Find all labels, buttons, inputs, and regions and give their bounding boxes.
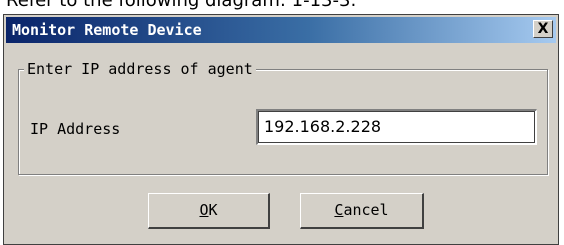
monitor-remote-device-dialog: Monitor Remote Device X Enter IP address… [3, 14, 559, 245]
ip-address-input[interactable]: 192.168.2.228 [256, 109, 537, 145]
close-icon: X [537, 21, 549, 37]
groupbox-label: Enter IP address of agent [24, 60, 256, 78]
ok-label-rest: K [208, 201, 218, 219]
ok-button[interactable]: OK [148, 193, 270, 229]
page-caption: Refer to the following diagram: 1-13-3: [6, 0, 357, 11]
close-button[interactable]: X [533, 20, 553, 38]
title-bar[interactable]: Monitor Remote Device X [6, 17, 556, 43]
cancel-label-rest: ancel [343, 201, 389, 219]
ip-address-label: IP Address [30, 120, 121, 138]
dialog-title: Monitor Remote Device [12, 21, 202, 39]
ok-mnemonic: O [199, 201, 209, 219]
cancel-button[interactable]: Cancel [300, 193, 424, 229]
